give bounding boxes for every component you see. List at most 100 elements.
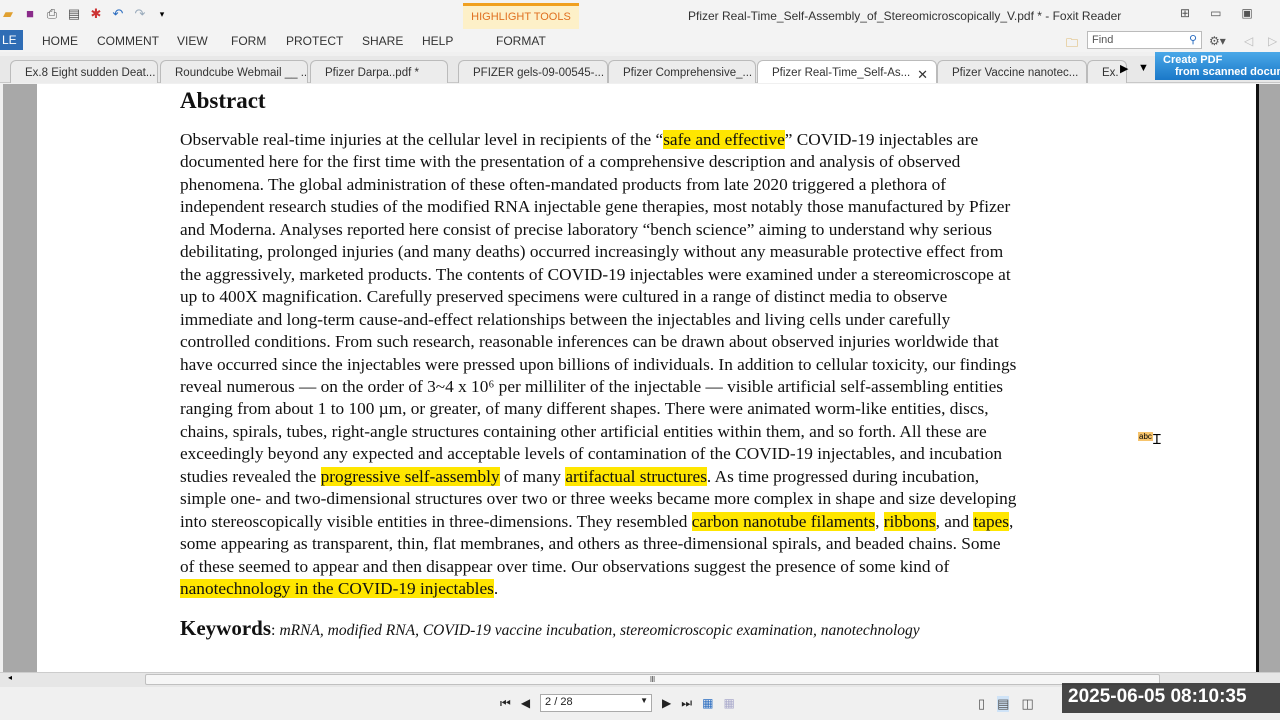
next-view-icon[interactable]: ▦ bbox=[723, 696, 734, 710]
find-placeholder: Find bbox=[1092, 34, 1114, 46]
text-segment: immediate and long-term cause-and-effect… bbox=[180, 309, 951, 329]
scroll-tabs-right-icon[interactable]: ▶ bbox=[1120, 62, 1128, 75]
highlighted-text: carbon nanotube filaments bbox=[691, 511, 876, 531]
undo-icon[interactable]: ↶ bbox=[110, 6, 126, 22]
single-page-icon[interactable]: ▯ bbox=[978, 696, 985, 712]
page-layout-buttons: ▯ ▤ ◫ bbox=[978, 696, 1034, 712]
abstract-line: immediate and long-term cause-and-effect… bbox=[180, 309, 1016, 331]
abstract-body: Observable real-time injuries at the cel… bbox=[180, 129, 1016, 601]
abstract-line: reveal numerous — on the order of 3~4 x … bbox=[180, 376, 1016, 398]
tab-help[interactable]: HELP bbox=[422, 34, 453, 48]
doc-tab[interactable]: PFIZER gels-09-00545-... bbox=[458, 60, 608, 83]
search-icon[interactable]: ⚲ bbox=[1189, 33, 1197, 46]
create-pdf-line1: Create PDF bbox=[1163, 54, 1223, 66]
prev-result-icon[interactable]: ◁ bbox=[1244, 34, 1253, 48]
page-number-input[interactable]: 2 / 28 ▼ bbox=[540, 694, 653, 712]
tab-share[interactable]: SHARE bbox=[362, 34, 403, 48]
previous-view-icon[interactable]: ▦ bbox=[702, 696, 713, 710]
continuous-page-icon[interactable]: ▤ bbox=[997, 696, 1010, 712]
abstract-line: up to 400X magnification. Carefully pres… bbox=[180, 286, 1016, 308]
print-icon[interactable]: ⎙ bbox=[44, 6, 60, 22]
customize-icon[interactable]: ▾ bbox=[154, 6, 170, 22]
i-beam-cursor-icon: Ɪ bbox=[1153, 431, 1161, 447]
create-pdf-banner[interactable]: Create PDF from scanned docum bbox=[1155, 52, 1280, 80]
text-segment: reveal numerous — on the order of 3~4 x … bbox=[180, 376, 1004, 396]
text-segment: up to 400X magnification. Carefully pres… bbox=[180, 287, 948, 307]
scroll-left-icon[interactable]: ◂ bbox=[8, 673, 12, 682]
text-segment: , and bbox=[935, 511, 974, 531]
window-controls: ⊞ ▭ ▣ bbox=[1180, 6, 1253, 20]
tab-protect[interactable]: PROTECT bbox=[286, 34, 343, 48]
facing-page-icon[interactable]: ◫ bbox=[1021, 696, 1033, 712]
last-page-icon[interactable]: ⏭ bbox=[681, 696, 692, 711]
tab-comment[interactable]: COMMENT bbox=[97, 34, 159, 48]
close-tab-icon[interactable]: ✕ bbox=[917, 67, 928, 83]
highlighted-text: nanotechnology in the COVID-19 injectabl… bbox=[180, 579, 494, 599]
highlighted-text: safe and effective bbox=[663, 130, 785, 149]
text-segment: simple one- and two-dimensional structur… bbox=[180, 489, 1017, 509]
save-icon[interactable]: ■ bbox=[22, 6, 38, 22]
layout-icon[interactable]: ⊞ bbox=[1180, 6, 1190, 20]
keywords-label: Keywords bbox=[180, 616, 271, 640]
doc-tab[interactable]: Pfizer Vaccine nanotec... bbox=[937, 60, 1087, 83]
text-segment: exceedingly beyond any expected and acce… bbox=[180, 444, 1002, 464]
doc-tab[interactable]: Pfizer Comprehensive_... bbox=[608, 60, 756, 83]
text-segment: into stereoscopically visible entities i… bbox=[180, 511, 692, 531]
text-segment: of these seemed to appear and then disap… bbox=[180, 556, 950, 576]
file-tab[interactable]: LE bbox=[0, 30, 23, 50]
tab-view[interactable]: VIEW bbox=[177, 34, 208, 48]
open-icon[interactable]: ▰ bbox=[0, 6, 16, 22]
doc-tab-label: PFIZER gels-09-00545-... bbox=[473, 67, 605, 79]
doc-tab-label: Pfizer Real-Time_Self-As... bbox=[772, 67, 911, 79]
abstract-line: have occurred since the injectables were… bbox=[180, 354, 1016, 376]
prev-page-icon[interactable]: ◀ bbox=[521, 696, 530, 710]
abstract-heading: Abstract bbox=[180, 88, 266, 113]
abstract-line: ranging from about 1 to 100 µm, or great… bbox=[180, 398, 1016, 420]
abstract-line: studies revealed the progressive self-as… bbox=[180, 466, 1016, 488]
text-segment: , bbox=[1009, 511, 1014, 531]
settings-gear-icon[interactable]: ⚙▾ bbox=[1209, 34, 1226, 48]
minimize-button[interactable]: ▭ bbox=[1210, 6, 1221, 20]
keywords: Keywords: mRNA, modified RNA, COVID-19 v… bbox=[180, 616, 920, 640]
find-input[interactable]: Find ⚲ bbox=[1087, 31, 1202, 49]
find-folder-icon[interactable]: 🗀 bbox=[1066, 34, 1078, 55]
new-icon[interactable]: ✱ bbox=[88, 6, 104, 22]
doc-tab[interactable]: Pfizer Darpa..pdf * bbox=[310, 60, 448, 83]
doc-tab[interactable]: Ex.8 Eight sudden Deat... bbox=[10, 60, 158, 83]
doc-tab-label: Pfizer Comprehensive_... bbox=[623, 67, 753, 79]
highlighted-text: tapes bbox=[973, 511, 1009, 531]
doc-tab-label: Pfizer Darpa..pdf * bbox=[325, 67, 419, 79]
page-navigation: ⏮ ◀ 2 / 28 ▼ ▶ ⏭ ▦ ▦ bbox=[500, 694, 735, 712]
maximize-button[interactable]: ▣ bbox=[1241, 6, 1252, 20]
text-segment: studies revealed the bbox=[180, 466, 321, 486]
tab-form[interactable]: FORM bbox=[231, 34, 266, 48]
page-edge bbox=[1256, 84, 1259, 672]
text-segment: some appearing as transparent, thin, fla… bbox=[180, 534, 1001, 554]
text-segment: ” COVID-19 injectables are bbox=[784, 130, 979, 149]
page-number: 2 / 28 bbox=[545, 696, 573, 708]
tab-list-dropdown-icon[interactable]: ▼ bbox=[1138, 62, 1149, 74]
horizontal-scroll-thumb[interactable]: Ⅲ bbox=[145, 674, 1160, 685]
next-page-icon[interactable]: ▶ bbox=[662, 696, 671, 710]
next-result-icon[interactable]: ▷ bbox=[1268, 34, 1277, 48]
text-segment: documented here for the first time with … bbox=[180, 152, 961, 172]
text-segment: Observable real-time injuries at the cel… bbox=[180, 130, 664, 149]
properties-icon[interactable]: ▤ bbox=[66, 6, 82, 22]
highlighted-text: artifactual structures bbox=[565, 466, 707, 486]
doc-tab-label: Ex.8 Eight sudden Deat... bbox=[25, 67, 156, 79]
abstract-line: controlled conditions. From such researc… bbox=[180, 331, 1016, 353]
keywords-list: mRNA, modified RNA, COVID-19 vaccine inc… bbox=[279, 622, 920, 639]
text-segment: controlled conditions. From such researc… bbox=[180, 332, 999, 352]
first-page-icon[interactable]: ⏮ bbox=[500, 696, 511, 711]
abstract-line: phenomena. The global administration of … bbox=[180, 174, 1016, 196]
abstract-line: Observable real-time injuries at the cel… bbox=[180, 129, 1016, 151]
redo-icon[interactable]: ↷ bbox=[132, 6, 148, 22]
viewer-left-edge bbox=[0, 84, 3, 672]
doc-tab-active[interactable]: Pfizer Real-Time_Self-As... ✕ bbox=[757, 60, 937, 83]
doc-tab-label: Roundcube Webmail __ ... bbox=[175, 67, 308, 79]
doc-tab[interactable]: Roundcube Webmail __ ... bbox=[160, 60, 308, 83]
tab-home[interactable]: HOME bbox=[42, 34, 78, 48]
chevron-down-icon[interactable]: ▼ bbox=[640, 696, 648, 705]
tab-format[interactable]: FORMAT bbox=[496, 34, 546, 48]
abstract-line: nanotechnology in the COVID-19 injectabl… bbox=[180, 578, 1016, 600]
